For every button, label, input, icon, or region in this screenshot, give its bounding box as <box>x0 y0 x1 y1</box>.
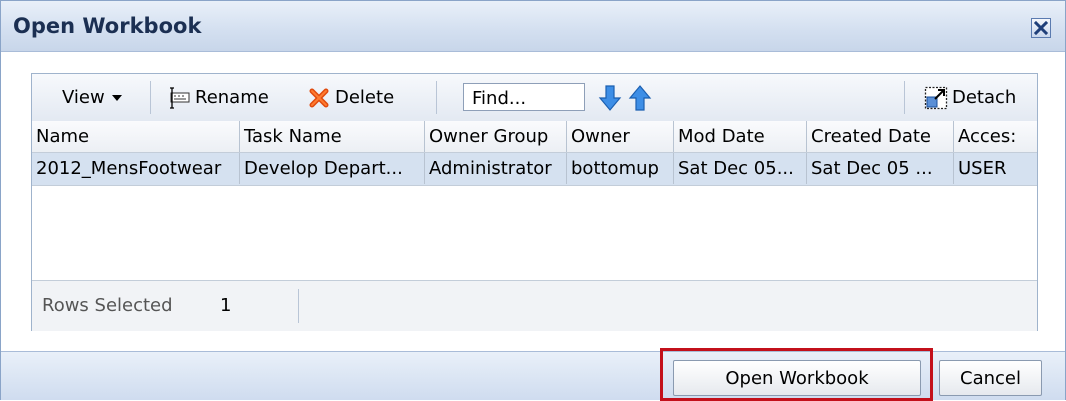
cell-mod-date: Sat Dec 05... <box>674 153 807 184</box>
cell-owner-group: Administrator <box>425 153 567 184</box>
delete-button[interactable]: Delete <box>308 74 394 121</box>
detach-button[interactable]: Detach <box>924 74 1016 121</box>
delete-icon <box>309 88 329 107</box>
cancel-button[interactable]: Cancel <box>939 360 1042 396</box>
cell-task-name: Develop Depart... <box>240 153 425 184</box>
arrow-up-icon <box>628 84 652 111</box>
close-button[interactable] <box>1031 18 1051 38</box>
detach-label: Detach <box>952 87 1017 108</box>
column-header-owner[interactable]: Owner <box>567 121 674 152</box>
dialog-title: Open Workbook <box>13 14 202 38</box>
rename-button[interactable]: Rename <box>167 74 269 121</box>
toolbar-separator <box>436 81 437 114</box>
rename-icon <box>170 86 190 109</box>
status-separator <box>298 289 299 323</box>
view-menu-label: View <box>62 87 105 108</box>
table-row[interactable]: 2012_MensFootwear Develop Depart... Admi… <box>32 153 1037 186</box>
column-header-name[interactable]: Name <box>32 121 240 152</box>
workbook-list-panel: View Rename Delete Find... Detach Name T… <box>31 73 1038 331</box>
view-menu-button[interactable]: View <box>62 74 123 121</box>
cell-name: 2012_MensFootwear <box>32 153 240 184</box>
cell-access: USER <box>958 158 1007 179</box>
cell-created-date: Sat Dec 05 ... <box>807 153 954 184</box>
delete-label: Delete <box>335 87 395 108</box>
rows-selected-label: Rows Selected <box>42 295 173 316</box>
column-header-created-date[interactable]: Created Date <box>807 121 954 152</box>
column-header-mod-date[interactable]: Mod Date <box>674 121 807 152</box>
find-previous-button[interactable] <box>628 74 652 121</box>
open-workbook-button[interactable]: Open Workbook <box>673 360 921 396</box>
toolbar-separator <box>904 81 905 114</box>
column-header-access[interactable]: Acces: <box>954 121 1037 152</box>
find-input[interactable] <box>463 83 585 111</box>
rename-label: Rename <box>195 87 269 108</box>
table-header: Name Task Name Owner Group Owner Mod Dat… <box>32 121 1037 153</box>
column-header-task-name[interactable]: Task Name <box>240 121 425 152</box>
toolbar-separator <box>150 81 151 114</box>
detach-icon <box>924 86 948 109</box>
dialog-titlebar[interactable]: Open Workbook <box>1 1 1065 52</box>
arrow-down-icon <box>598 84 622 111</box>
column-header-owner-group[interactable]: Owner Group <box>425 121 567 152</box>
rows-selected-count: 1 <box>220 295 232 316</box>
chevron-down-icon <box>111 94 122 101</box>
cell-owner: bottomup <box>567 153 674 184</box>
status-bar: Rows Selected 1 <box>32 280 1037 331</box>
open-workbook-dialog: Open Workbook View Rename Delete Find...… <box>0 0 1066 401</box>
toolbar: View Rename Delete Find... Detach <box>32 74 1037 122</box>
dialog-footer: Open Workbook Cancel <box>1 351 1065 400</box>
find-next-button[interactable] <box>598 74 622 121</box>
close-icon <box>1034 21 1048 35</box>
